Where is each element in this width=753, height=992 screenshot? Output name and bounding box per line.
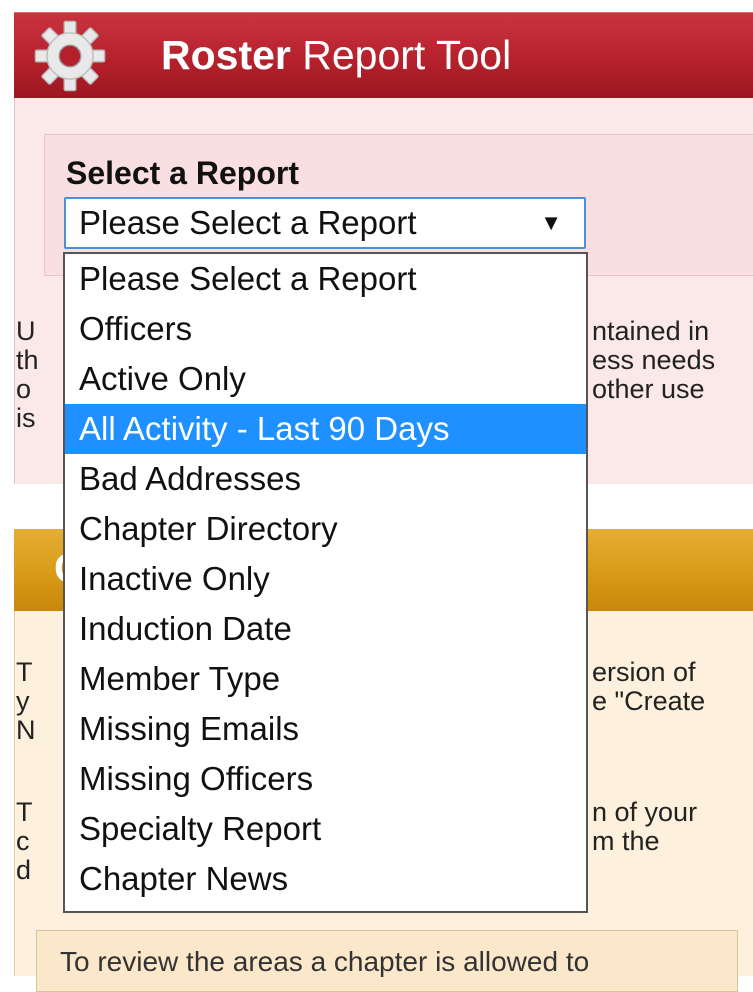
gear-icon: [34, 20, 106, 92]
dropdown-option-induction-date[interactable]: Induction Date: [65, 604, 586, 654]
app-header: Roster Report Tool: [14, 12, 753, 98]
gold-text-left-2: y: [16, 686, 30, 716]
dropdown-option-please-select[interactable]: Please Select a Report: [65, 254, 586, 304]
dropdown-option-active-only[interactable]: Active Only: [65, 354, 586, 404]
report-text-left-2: th: [16, 345, 39, 375]
dropdown-option-all-activity[interactable]: All Activity - Last 90 Days: [65, 404, 586, 454]
dropdown-option-specialty-report[interactable]: Specialty Report: [65, 804, 586, 854]
dropdown-option-inactive-only[interactable]: Inactive Only: [65, 554, 586, 604]
dropdown-option-chapter-directory[interactable]: Chapter Directory: [65, 504, 586, 554]
dropdown-option-missing-emails[interactable]: Missing Emails: [65, 704, 586, 754]
select-report-label: Select a Report: [66, 155, 299, 191]
gold-text-right-2: e "Create: [592, 686, 706, 716]
report-text-left-4: is: [16, 403, 36, 433]
report-text-left-3: o: [16, 374, 32, 404]
report-select[interactable]: Please Select a Report ▼: [64, 197, 586, 249]
gold-text-right-1: ersion of: [592, 657, 696, 687]
report-text-right-3: other use: [592, 374, 705, 404]
report-dropdown-list[interactable]: Please Select a Report Officers Active O…: [63, 252, 588, 913]
page-title-bold: Roster: [161, 32, 291, 78]
report-text-right-2: ess needs: [592, 345, 716, 375]
gold-text-left-3: N: [16, 715, 36, 745]
dropdown-option-chapter-news[interactable]: Chapter News: [65, 854, 586, 904]
page-title-rest: Report Tool: [290, 32, 512, 78]
page-title: Roster Report Tool: [161, 32, 511, 79]
gold-text-right-3: n of your: [592, 797, 698, 827]
dropdown-option-missing-officers[interactable]: Missing Officers: [65, 754, 586, 804]
dropdown-option-member-type[interactable]: Member Type: [65, 654, 586, 704]
note-text: To review the areas a chapter is allowed…: [60, 946, 590, 977]
gold-text-left-5: c: [16, 826, 30, 856]
gold-text-left-4: T: [16, 797, 33, 827]
gold-text-left-1: T: [16, 657, 33, 687]
dropdown-arrow-icon[interactable]: ▼: [540, 199, 562, 247]
dropdown-option-officers[interactable]: Officers: [65, 304, 586, 354]
gold-text-right-4: m the: [592, 826, 660, 856]
report-select-value: Please Select a Report: [79, 204, 417, 241]
gold-text-left-6: d: [16, 855, 32, 885]
report-text-right-1: ntained in: [592, 316, 710, 346]
report-text-left-1: U: [16, 316, 36, 346]
dropdown-option-bad-addresses[interactable]: Bad Addresses: [65, 454, 586, 504]
